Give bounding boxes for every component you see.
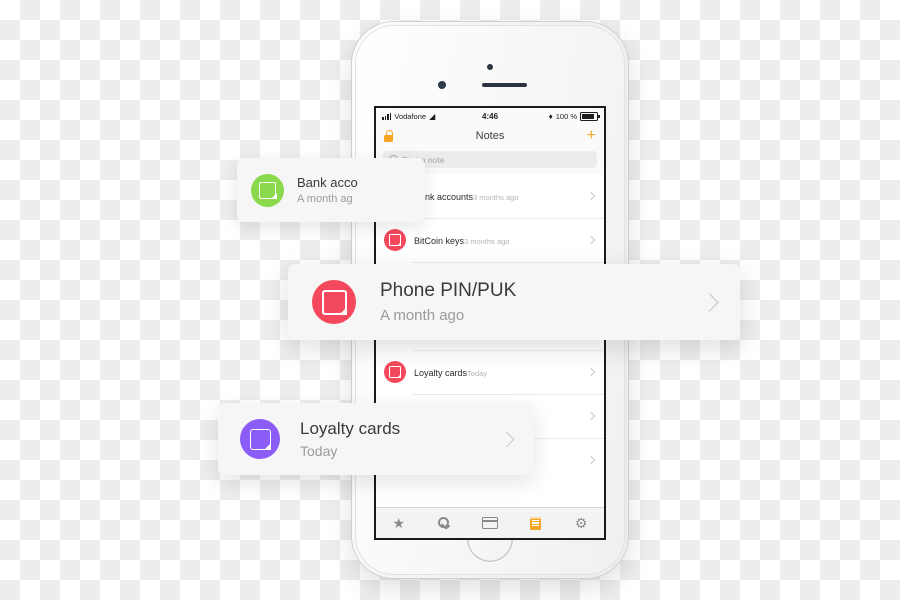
notes-icon (530, 516, 542, 530)
list-item-subtitle: Today (467, 369, 488, 378)
lock-icon[interactable] (384, 130, 394, 142)
chevron-right-icon (586, 455, 596, 465)
note-icon (312, 280, 356, 324)
battery-icon (580, 111, 600, 121)
list-item-title: Loyalty cards (414, 368, 468, 378)
note-icon (384, 229, 406, 251)
status-bar: Vodafone ◢ 4:46 ♦ 100 % (376, 108, 604, 124)
chevron-right-icon (586, 411, 596, 421)
front-camera-icon (487, 64, 493, 70)
bluetooth-icon: ♦ (548, 111, 553, 121)
floating-card-subtitle: Today (300, 443, 338, 459)
floating-card-text: Loyalty cards Today (300, 419, 501, 459)
tab-bar[interactable]: ★ ⚙ (376, 507, 604, 538)
list-item-text: Loyalty cardsToday (414, 363, 588, 381)
star-icon: ★ (392, 515, 406, 531)
chevron-right-icon (700, 292, 719, 312)
status-bar-left: Vodafone ◢ (382, 112, 482, 121)
floating-card-bank-accounts[interactable]: Bank acco A month ag (237, 158, 425, 222)
floating-card-title: Loyalty cards (300, 419, 401, 438)
floating-card-text: Phone PIN/PUK A month ago (380, 280, 703, 324)
note-icon (251, 173, 284, 207)
wifi-icon: ◢ (429, 111, 436, 121)
chevron-right-icon (586, 191, 596, 201)
tab-passwords[interactable] (422, 508, 468, 538)
chevron-right-icon (586, 367, 596, 377)
list-item-title: BitCoin keys (414, 236, 465, 246)
tab-cards[interactable] (467, 508, 513, 538)
tab-settings[interactable]: ⚙ (558, 508, 604, 538)
floating-card-loyalty-cards[interactable]: Loyalty cards Today (218, 403, 534, 475)
note-icon (240, 419, 280, 459)
list-item-subtitle: 3 months ago (464, 237, 510, 246)
floating-card-title: Phone PIN/PUK (380, 280, 517, 301)
clock-label: 4:46 (482, 111, 499, 121)
navigation-bar: Notes + (376, 124, 604, 148)
floating-card-title: Bank acco (297, 175, 358, 190)
chevron-right-icon (586, 235, 596, 245)
key-icon (437, 516, 451, 530)
floating-card-subtitle: A month ago (380, 307, 465, 324)
card-icon (481, 517, 498, 529)
battery-percent-label: 100 % (555, 111, 578, 121)
list-item-text: Bank accounts3 months ago (414, 187, 588, 205)
tab-notes[interactable] (513, 508, 559, 538)
chevron-right-icon (498, 431, 515, 447)
floating-card-phone-pin-puk[interactable]: Phone PIN/PUK A month ago (288, 264, 740, 340)
list-item[interactable]: BitCoin keys3 months ago (376, 218, 604, 262)
earpiece-speaker-icon (482, 83, 527, 87)
tab-favorites[interactable]: ★ (376, 508, 422, 538)
add-note-button[interactable]: + (587, 128, 596, 144)
list-item-subtitle: 3 months ago (473, 193, 519, 202)
floating-card-text: Bank acco A month ag (297, 175, 411, 205)
status-bar-right: ♦ 100 % (498, 111, 600, 121)
carrier-label: Vodafone (394, 111, 427, 121)
page-title: Notes (475, 130, 505, 142)
gear-icon: ⚙ (574, 515, 588, 531)
proximity-sensor-icon (438, 81, 446, 89)
signal-strength-icon (382, 112, 392, 120)
floating-card-subtitle: A month ag (297, 193, 353, 205)
list-item-text: BitCoin keys3 months ago (414, 231, 588, 249)
list-item[interactable]: Loyalty cardsToday (376, 350, 604, 394)
note-icon (384, 361, 406, 383)
